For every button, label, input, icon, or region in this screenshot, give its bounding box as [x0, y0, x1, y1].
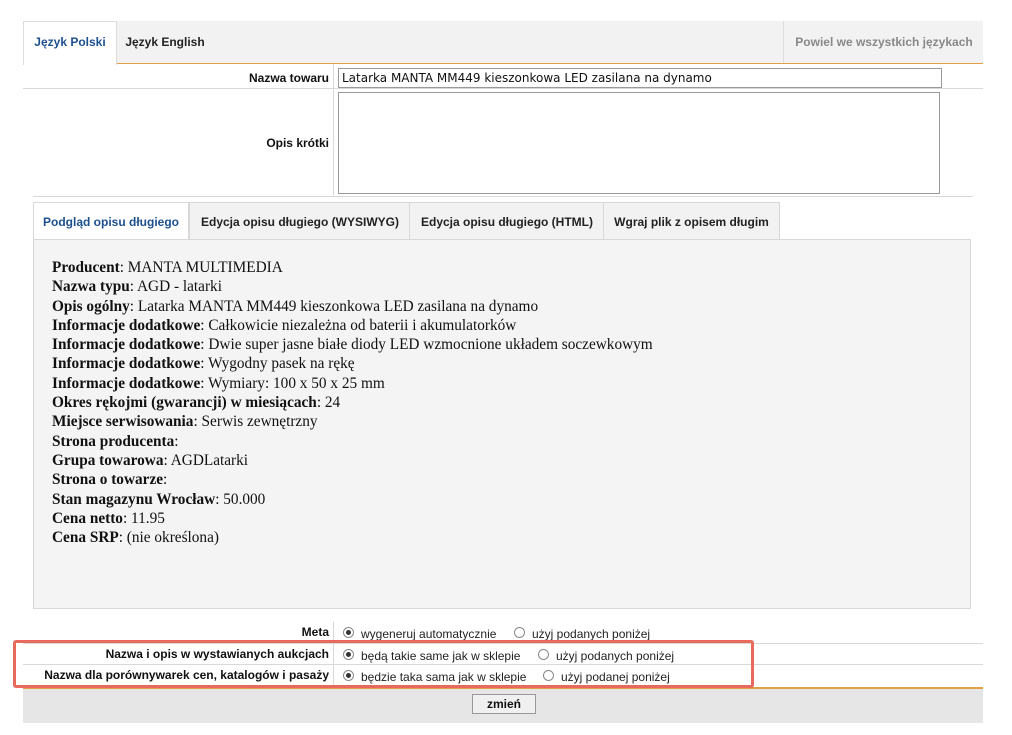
tab-long-desc-preview[interactable]: Podgląd opisu długiego — [33, 202, 189, 241]
meta-label: Meta — [301, 625, 329, 639]
meta-auto-text: wygeneruj automatycznie — [361, 627, 497, 641]
meta-row: Meta wygeneruj automatycznie użyj podany… — [23, 622, 983, 643]
preview-row-value: Latarka MANTA MM449 kieszonkowa LED zasi… — [137, 297, 539, 315]
preview-row: Miejsce serwisowania: Serwis zewnętrzny — [52, 413, 318, 431]
preview-row-value: Serwis zewnętrzny — [201, 413, 318, 431]
short-description-label: Opis krótki — [266, 136, 329, 150]
meta-custom-text: użyj podanych poniżej — [532, 627, 651, 641]
submit-change-button[interactable]: zmień — [472, 694, 536, 714]
preview-content: Producent: MANTA MULTIMEDIA Nazwa typu: A… — [52, 258, 653, 547]
preview-row: Cena netto: 11.95 — [52, 509, 165, 527]
product-name-label: Nazwa towaru — [248, 71, 329, 85]
auctions-same-radio[interactable] — [343, 649, 354, 660]
product-edit-form: Język Polski Język English Powiel we wsz… — [23, 21, 984, 723]
comparators-custom-radio[interactable] — [543, 670, 554, 681]
preview-row-value: (nie określona) — [126, 529, 219, 547]
tab-long-desc-upload[interactable]: Wgraj plik z opisem długim — [603, 202, 780, 239]
tab-long-desc-html[interactable]: Edycja opisu długiego (HTML) — [409, 202, 605, 239]
preview-row-key: Cena netto — [52, 509, 123, 527]
preview-row: Stan magazynu Wrocław: 50.000 — [52, 490, 266, 508]
short-description-textarea[interactable] — [338, 92, 940, 194]
preview-row: Grupa towarowa: AGDLatarki — [52, 451, 249, 469]
tab-english[interactable]: Język English — [116, 21, 214, 63]
preview-row-value: Wymiary: 100 x 50 x 25 mm — [208, 374, 385, 392]
column-divider — [333, 622, 334, 687]
preview-row: Opis ogólny: Latarka MANTA MM449 kieszon… — [52, 297, 539, 315]
preview-row-value: Całkowicie niezależna od baterii i akumu… — [208, 316, 517, 334]
form-footer: zmień — [23, 687, 983, 723]
preview-row-key: Miejsce serwisowania — [52, 413, 194, 431]
preview-row-key: Informacje dodatkowe — [52, 374, 201, 392]
copy-all-languages-button[interactable]: Powiel we wszystkich językach — [783, 21, 984, 63]
preview-row-key: Opis ogólny — [52, 297, 130, 315]
long-description-tabs: Podgląd opisu długiego Edycja opisu dług… — [33, 202, 973, 241]
preview-row: Cena SRP: (nie określona) — [52, 529, 219, 547]
preview-row-key: Producent — [52, 259, 120, 276]
column-divider — [333, 64, 334, 195]
comparators-custom-text: użyj podanej poniżej — [561, 670, 670, 684]
language-tab-bar: Język Polski Język English Powiel we wsz… — [23, 21, 984, 65]
preview-row: Strona o towarze: — [52, 471, 168, 489]
preview-row-key: Strona o towarze — [52, 471, 164, 489]
preview-row-key: Grupa towarowa — [52, 451, 164, 469]
preview-row-value: MANTA MULTIMEDIA — [127, 259, 283, 276]
comparators-same-text: będzie taka sama jak w sklepie — [361, 670, 527, 684]
preview-row: Okres rękojmi (gwarancji) w miesiącach: … — [52, 394, 341, 412]
preview-row-key: Informacje dodatkowe — [52, 355, 201, 373]
long-description-preview: Producent: MANTA MULTIMEDIA Nazwa typu: A… — [33, 239, 971, 609]
preview-row-key: Nazwa typu — [52, 278, 130, 296]
preview-row-value: AGDLatarki — [170, 451, 249, 469]
tab-polish[interactable]: Język Polski — [23, 21, 117, 65]
preview-row: Informacje dodatkowe: Wymiary: 100 x 50 … — [52, 374, 385, 392]
preview-row-value: 11.95 — [131, 509, 165, 527]
preview-row: Producent: MANTA MULTIMEDIA — [52, 259, 283, 276]
preview-row-value: 24 — [324, 394, 341, 412]
preview-row-value: AGD - latarki — [137, 278, 222, 296]
divider — [23, 88, 983, 89]
preview-row-key: Okres rękojmi (gwarancji) w miesiącach — [52, 394, 317, 412]
preview-row: Nazwa typu: AGD - latarki — [52, 278, 222, 296]
preview-row: Informacje dodatkowe: Całkowicie niezale… — [52, 316, 517, 334]
comparators-same-radio[interactable] — [343, 670, 354, 681]
preview-row: Informacje dodatkowe: Dwie super jasne b… — [52, 336, 653, 354]
auctions-custom-radio[interactable] — [538, 649, 549, 660]
preview-row-value: 50.000 — [223, 490, 266, 508]
meta-auto-radio[interactable] — [343, 627, 354, 638]
preview-row-key: Informacje dodatkowe — [52, 316, 201, 334]
preview-row-key: Cena SRP — [52, 529, 119, 547]
product-name-input[interactable] — [338, 68, 942, 88]
comparators-label: Nazwa dla porównywarek cen, katalogów i … — [44, 668, 329, 682]
preview-row: Strona producenta: — [52, 432, 179, 450]
preview-row-key: Informacje dodatkowe — [52, 336, 201, 354]
auctions-row: Nazwa i opis w wystawianych aukcjach będ… — [23, 644, 983, 665]
preview-row: Informacje dodatkowe: Wygodny pasek na r… — [52, 355, 355, 373]
preview-row-value: Wygodny pasek na rękę — [208, 355, 355, 373]
preview-row-key: Stan magazynu Wrocław — [52, 490, 216, 508]
comparators-row: Nazwa dla porównywarek cen, katalogów i … — [23, 665, 983, 686]
meta-custom-radio[interactable] — [514, 627, 525, 638]
divider — [33, 196, 973, 197]
auctions-same-text: będą takie same jak w sklepie — [361, 649, 521, 663]
preview-row-value: Dwie super jasne białe diody LED wzmocni… — [208, 336, 653, 354]
auctions-custom-text: użyj podanych poniżej — [556, 649, 675, 663]
preview-row-key: Strona producenta — [52, 432, 175, 450]
tab-long-desc-wysiwyg[interactable]: Edycja opisu długiego (WYSIWYG) — [189, 202, 411, 239]
auctions-label: Nazwa i opis w wystawianych aukcjach — [105, 647, 329, 661]
